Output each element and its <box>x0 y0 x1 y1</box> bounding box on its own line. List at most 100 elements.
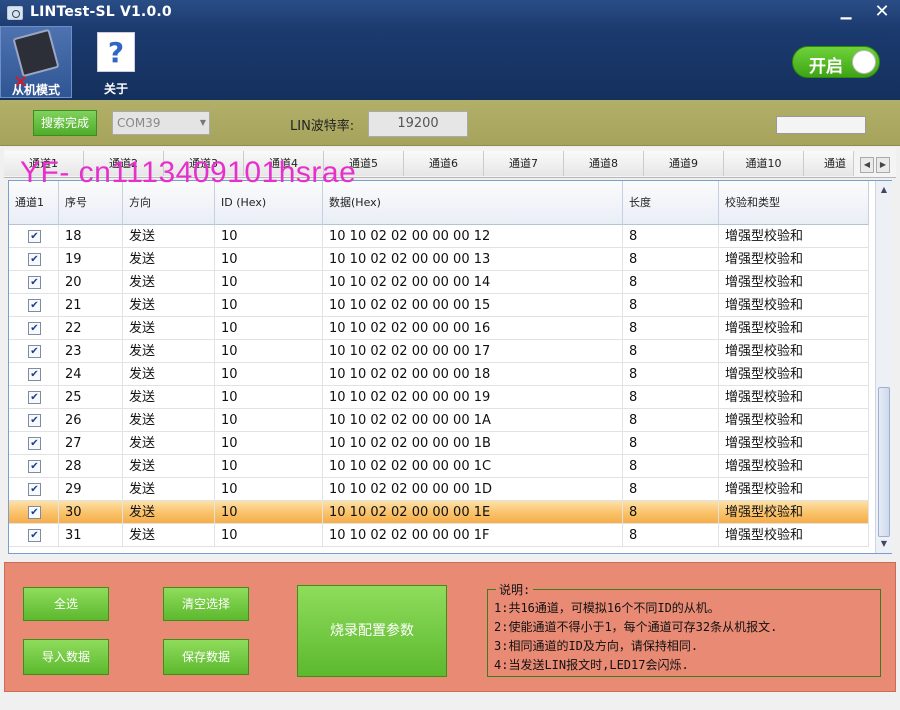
direction-cell[interactable]: 发送 <box>123 432 215 455</box>
seq-cell[interactable]: 25 <box>59 386 123 409</box>
seq-cell[interactable]: 19 <box>59 248 123 271</box>
table-row[interactable]: ✔ 30 发送 10 10 10 02 02 00 00 00 1E 8 增强型校验和 <box>9 501 869 524</box>
table-row[interactable]: ✔ 29 发送 10 10 10 02 02 00 00 00 1D 8 增强型校验和 <box>9 478 869 501</box>
baud-rate-field[interactable]: 19200 <box>368 111 468 137</box>
direction-cell[interactable]: 发送 <box>123 524 215 547</box>
select-all-button[interactable]: 全选 <box>23 587 109 621</box>
data-cell[interactable]: 10 10 02 02 00 00 00 1F <box>323 524 623 547</box>
seq-cell[interactable]: 24 <box>59 363 123 386</box>
length-cell[interactable]: 8 <box>623 409 719 432</box>
data-cell[interactable]: 10 10 02 02 00 00 00 16 <box>323 317 623 340</box>
checksum-cell[interactable]: 增强型校验和 <box>719 248 869 271</box>
enable-checkbox[interactable]: ✔ <box>28 276 41 289</box>
data-cell[interactable]: 10 10 02 02 00 00 00 1D <box>323 478 623 501</box>
table-row[interactable]: ✔ 20 发送 10 10 10 02 02 00 00 00 14 8 增强型校验和 <box>9 271 869 294</box>
length-cell[interactable]: 8 <box>623 386 719 409</box>
checksum-cell[interactable]: 增强型校验和 <box>719 294 869 317</box>
checksum-cell[interactable]: 增强型校验和 <box>719 271 869 294</box>
length-cell[interactable]: 8 <box>623 340 719 363</box>
enable-toggle[interactable]: 开启 <box>792 46 880 78</box>
tab-channel-9[interactable]: 通道9 <box>644 151 724 176</box>
length-cell[interactable]: 8 <box>623 524 719 547</box>
slave-mode-button[interactable]: ✕ 从机模式 <box>0 26 72 98</box>
checksum-cell[interactable]: 增强型校验和 <box>719 317 869 340</box>
search-button[interactable]: 搜索完成 <box>33 110 97 136</box>
id-cell[interactable]: 10 <box>215 317 323 340</box>
checksum-cell[interactable]: 增强型校验和 <box>719 386 869 409</box>
tab-channel-10[interactable]: 通道10 <box>724 151 804 176</box>
id-cell[interactable]: 10 <box>215 501 323 524</box>
seq-cell[interactable]: 27 <box>59 432 123 455</box>
length-cell[interactable]: 8 <box>623 432 719 455</box>
direction-cell[interactable]: 发送 <box>123 271 215 294</box>
length-cell[interactable]: 8 <box>623 478 719 501</box>
length-cell[interactable]: 8 <box>623 363 719 386</box>
checksum-cell[interactable]: 增强型校验和 <box>719 455 869 478</box>
tab-channel-7[interactable]: 通道7 <box>484 151 564 176</box>
seq-cell[interactable]: 28 <box>59 455 123 478</box>
table-row[interactable]: ✔ 24 发送 10 10 10 02 02 00 00 00 18 8 增强型校验和 <box>9 363 869 386</box>
table-row[interactable]: ✔ 27 发送 10 10 10 02 02 00 00 00 1B 8 增强型校验和 <box>9 432 869 455</box>
seq-cell[interactable]: 20 <box>59 271 123 294</box>
direction-cell[interactable]: 发送 <box>123 248 215 271</box>
enable-checkbox[interactable]: ✔ <box>28 253 41 266</box>
table-row[interactable]: ✔ 26 发送 10 10 10 02 02 00 00 00 1A 8 增强型校验和 <box>9 409 869 432</box>
length-cell[interactable]: 8 <box>623 501 719 524</box>
data-cell[interactable]: 10 10 02 02 00 00 00 1C <box>323 455 623 478</box>
header-data[interactable]: 数据(Hex) <box>323 181 623 225</box>
checksum-cell[interactable]: 增强型校验和 <box>719 478 869 501</box>
data-cell[interactable]: 10 10 02 02 00 00 00 12 <box>323 225 623 248</box>
enable-checkbox[interactable]: ✔ <box>28 414 41 427</box>
enable-checkbox[interactable]: ✔ <box>28 368 41 381</box>
id-cell[interactable]: 10 <box>215 524 323 547</box>
header-checksum[interactable]: 校验和类型 <box>719 181 869 225</box>
id-cell[interactable]: 10 <box>215 409 323 432</box>
enable-checkbox[interactable]: ✔ <box>28 391 41 404</box>
length-cell[interactable]: 8 <box>623 271 719 294</box>
seq-cell[interactable]: 26 <box>59 409 123 432</box>
id-cell[interactable]: 10 <box>215 386 323 409</box>
enable-checkbox[interactable]: ✔ <box>28 345 41 358</box>
direction-cell[interactable]: 发送 <box>123 225 215 248</box>
data-cell[interactable]: 10 10 02 02 00 00 00 18 <box>323 363 623 386</box>
direction-cell[interactable]: 发送 <box>123 455 215 478</box>
checksum-cell[interactable]: 增强型校验和 <box>719 432 869 455</box>
data-cell[interactable]: 10 10 02 02 00 00 00 14 <box>323 271 623 294</box>
checksum-cell[interactable]: 增强型校验和 <box>719 225 869 248</box>
scroll-up-icon[interactable]: ▲ <box>877 183 891 197</box>
scroll-thumb[interactable] <box>878 387 890 537</box>
id-cell[interactable]: 10 <box>215 363 323 386</box>
data-cell[interactable]: 10 10 02 02 00 00 00 19 <box>323 386 623 409</box>
table-row[interactable]: ✔ 25 发送 10 10 10 02 02 00 00 00 19 8 增强型校验和 <box>9 386 869 409</box>
enable-checkbox[interactable]: ✔ <box>28 230 41 243</box>
table-row[interactable]: ✔ 21 发送 10 10 10 02 02 00 00 00 15 8 增强型校验和 <box>9 294 869 317</box>
close-button[interactable]: ✕ <box>864 2 900 24</box>
data-cell[interactable]: 10 10 02 02 00 00 00 13 <box>323 248 623 271</box>
port-select[interactable]: COM39 ▼ <box>112 111 210 135</box>
tab-scroll-left-icon[interactable]: ◀ <box>860 157 874 173</box>
id-cell[interactable]: 10 <box>215 340 323 363</box>
id-cell[interactable]: 10 <box>215 248 323 271</box>
direction-cell[interactable]: 发送 <box>123 317 215 340</box>
checksum-cell[interactable]: 增强型校验和 <box>719 524 869 547</box>
data-cell[interactable]: 10 10 02 02 00 00 00 15 <box>323 294 623 317</box>
tab-scroll-right-icon[interactable]: ▶ <box>876 157 890 173</box>
seq-cell[interactable]: 30 <box>59 501 123 524</box>
seq-cell[interactable]: 31 <box>59 524 123 547</box>
direction-cell[interactable]: 发送 <box>123 386 215 409</box>
enable-checkbox[interactable]: ✔ <box>28 299 41 312</box>
seq-cell[interactable]: 23 <box>59 340 123 363</box>
id-cell[interactable]: 10 <box>215 455 323 478</box>
enable-checkbox[interactable]: ✔ <box>28 529 41 542</box>
table-row[interactable]: ✔ 31 发送 10 10 10 02 02 00 00 00 1F 8 增强型校验和 <box>9 524 869 547</box>
enable-checkbox[interactable]: ✔ <box>28 460 41 473</box>
direction-cell[interactable]: 发送 <box>123 478 215 501</box>
direction-cell[interactable]: 发送 <box>123 409 215 432</box>
table-row[interactable]: ✔ 18 发送 10 10 10 02 02 00 00 00 12 8 增强型校验和 <box>9 225 869 248</box>
scroll-down-icon[interactable]: ▼ <box>877 537 891 551</box>
data-cell[interactable]: 10 10 02 02 00 00 00 1E <box>323 501 623 524</box>
id-cell[interactable]: 10 <box>215 294 323 317</box>
enable-checkbox[interactable]: ✔ <box>28 437 41 450</box>
direction-cell[interactable]: 发送 <box>123 501 215 524</box>
checksum-cell[interactable]: 增强型校验和 <box>719 363 869 386</box>
